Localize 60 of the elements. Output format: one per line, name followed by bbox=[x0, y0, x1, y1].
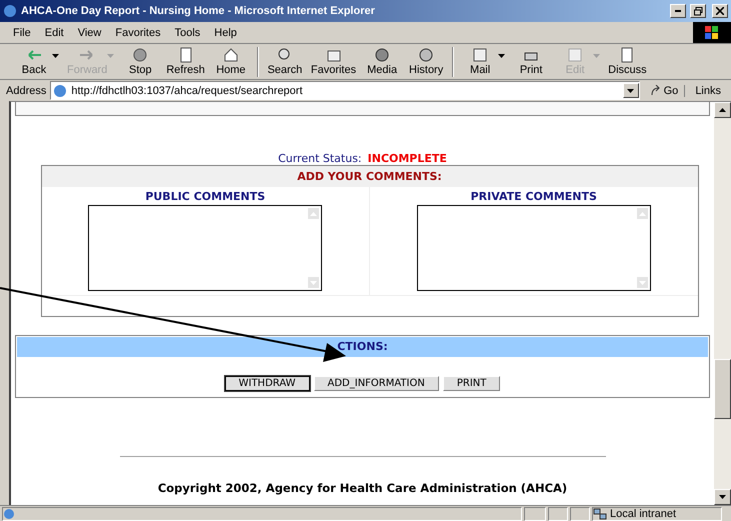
address-label: Address bbox=[6, 84, 46, 96]
status-label: Current Status: bbox=[278, 152, 362, 165]
toolbar-button[interactable]: Mail bbox=[458, 47, 502, 76]
toolbar-button[interactable]: Back bbox=[12, 47, 56, 76]
scroll-down-icon bbox=[636, 277, 648, 288]
network-icon bbox=[593, 508, 607, 520]
scroll-up-icon bbox=[636, 208, 648, 219]
caret-icon bbox=[627, 88, 634, 92]
scrollbar[interactable] bbox=[714, 102, 731, 505]
toolbar-button[interactable]: Media bbox=[360, 47, 404, 76]
toolbar-button[interactable]: Print bbox=[509, 47, 554, 76]
links-button[interactable]: Links bbox=[689, 84, 727, 96]
home-icon bbox=[222, 47, 239, 63]
close-icon bbox=[716, 7, 724, 15]
menu-item[interactable]: View bbox=[70, 24, 108, 40]
scroll-thumb[interactable] bbox=[714, 359, 731, 419]
go-button[interactable]: Go bbox=[644, 84, 686, 96]
column-heading: PUBLIC COMMENTS bbox=[145, 190, 266, 203]
restore-icon bbox=[694, 6, 702, 16]
column-heading: PRIVATE COMMENTS bbox=[470, 190, 597, 203]
scroll-down-button[interactable] bbox=[714, 489, 731, 505]
comments-heading: ADD YOUR COMMENTS: bbox=[42, 166, 698, 187]
menu-item[interactable]: Help bbox=[207, 24, 244, 40]
menu-item[interactable]: Edit bbox=[38, 24, 71, 40]
menu-item[interactable]: Favorites bbox=[108, 24, 168, 40]
menu-item[interactable]: File bbox=[6, 24, 38, 40]
actions-heading: CTIONS: bbox=[17, 337, 708, 357]
toolbar-button[interactable]: Stop bbox=[118, 47, 162, 76]
toolbar-button[interactable]: Discuss bbox=[604, 47, 651, 76]
scroll-down-icon bbox=[308, 277, 320, 288]
action-button[interactable]: PRINT bbox=[442, 376, 500, 391]
scroll-up-button[interactable] bbox=[714, 102, 731, 118]
toolbar-button[interactable]: History bbox=[404, 47, 448, 76]
go-arrow-icon bbox=[650, 84, 662, 96]
menu-item[interactable]: Tools bbox=[168, 24, 208, 40]
status-value: INCOMPLETE bbox=[368, 152, 447, 165]
dropdown-button[interactable] bbox=[622, 83, 639, 98]
scroll-up-icon bbox=[308, 208, 320, 219]
toolbar-button[interactable]: Home bbox=[208, 47, 253, 76]
address-field[interactable]: http://fdhctlh03:1037/ahca/request/searchreport bbox=[50, 81, 640, 100]
minimize-icon bbox=[675, 10, 681, 12]
restore-button[interactable] bbox=[690, 4, 706, 18]
action-button[interactable]: WITHDRAW bbox=[224, 376, 310, 391]
toolbar-button[interactable]: Refresh bbox=[162, 47, 209, 76]
up-arrow-icon bbox=[719, 108, 726, 112]
comments-field[interactable] bbox=[88, 205, 322, 291]
toolbar-button[interactable]: Favorites bbox=[306, 47, 360, 76]
action-button[interactable]: ADD_INFORMATION bbox=[314, 376, 439, 391]
window-title: AHCA-One Day Report - Nursing Home - Microsoft Internet Explorer bbox=[21, 5, 376, 17]
down-arrow-icon bbox=[719, 495, 726, 499]
dropdown-icon[interactable] bbox=[52, 54, 59, 58]
toolbar-button[interactable]: Search bbox=[262, 47, 307, 76]
address-text: http://fdhctlh03:1037/ahca/request/searchreport bbox=[71, 84, 303, 96]
copyright-text: Copyright 2002, Agency for Health Care Administration (AHCA) bbox=[158, 481, 568, 495]
close-button[interactable] bbox=[712, 4, 728, 18]
zone-text: Local intranet bbox=[610, 508, 676, 520]
comments-field[interactable] bbox=[416, 205, 651, 291]
windows-logo bbox=[693, 22, 731, 43]
dropdown-icon[interactable] bbox=[498, 54, 506, 58]
minimize-button[interactable] bbox=[670, 4, 686, 18]
